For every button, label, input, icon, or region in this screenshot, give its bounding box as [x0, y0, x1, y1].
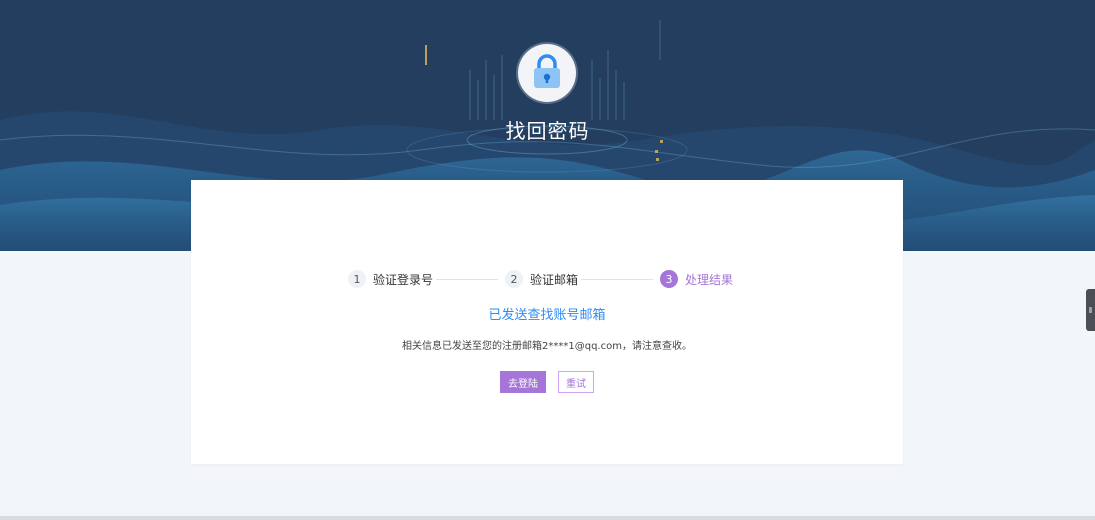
step-number: 2	[505, 270, 523, 288]
step-label: 验证登录号	[373, 272, 434, 287]
step-1: 1 验证登录号	[348, 268, 433, 290]
result-description: 相关信息已发送至您的注册邮箱2****1@qq.com，请注意查收。	[402, 341, 692, 352]
step-number: 1	[348, 270, 366, 288]
step-label: 处理结果	[685, 272, 734, 287]
step-3: 3 处理结果	[660, 268, 733, 290]
go-login-button[interactable]: 去登陆	[500, 371, 546, 393]
side-drawer-handle[interactable]	[1086, 289, 1095, 331]
step-label: 验证邮箱	[530, 272, 579, 287]
lock-badge	[518, 44, 576, 102]
retry-button[interactable]: 重试	[558, 371, 594, 393]
lock-icon	[534, 54, 560, 88]
bottom-edge	[0, 516, 1095, 520]
step-number: 3	[660, 270, 678, 288]
step-2: 2 验证邮箱	[505, 268, 578, 290]
step-indicator: 1 验证登录号 2 验证邮箱 3 处理结果	[191, 268, 903, 290]
result-title: 已发送查找账号邮箱	[488, 308, 606, 323]
page-title: 找回密码	[505, 119, 590, 143]
step-divider	[436, 279, 498, 280]
step-divider	[581, 279, 653, 280]
result-card: 1 验证登录号 2 验证邮箱 3 处理结果 已发送查找账号邮箱 相关信息已发送至…	[191, 180, 903, 464]
